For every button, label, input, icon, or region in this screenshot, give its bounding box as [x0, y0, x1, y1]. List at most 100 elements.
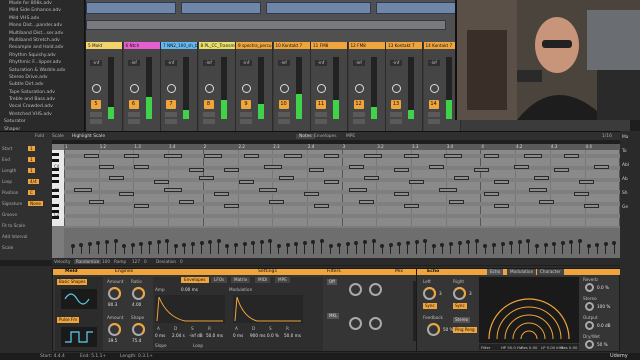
- velocity-stem[interactable]: [233, 243, 238, 254]
- midi-note[interactable]: [404, 154, 419, 158]
- midi-note[interactable]: [199, 176, 214, 180]
- velocity-stem[interactable]: [259, 240, 264, 254]
- right-knob[interactable]: [453, 287, 466, 300]
- tab-envelopes[interactable]: Envelopes: [314, 134, 337, 139]
- track-name[interactable]: 11 FM8: [311, 42, 347, 49]
- left-sync-button[interactable]: Sync: [423, 303, 437, 309]
- midi-note[interactable]: [524, 154, 542, 158]
- velocity-stem[interactable]: [96, 241, 101, 254]
- track-name[interactable]: 13 Kontakt 7: [386, 42, 422, 49]
- black-key[interactable]: [52, 195, 59, 198]
- track-activator[interactable]: 5: [91, 100, 101, 109]
- velocity-stem[interactable]: [225, 244, 230, 254]
- pan-knob[interactable]: [167, 84, 176, 93]
- midi-note[interactable]: [124, 154, 139, 158]
- midi-note[interactable]: [364, 154, 382, 158]
- midi-note[interactable]: [99, 165, 114, 169]
- mod-param-value[interactable]: 0 ms: [233, 333, 243, 338]
- echo-footer-item[interactable]: Filter: [481, 345, 490, 350]
- midi-note[interactable]: [279, 176, 294, 180]
- randomize-value[interactable]: 100: [102, 259, 110, 264]
- arm-button[interactable]: [315, 119, 327, 124]
- midi-note[interactable]: [214, 192, 229, 196]
- shape-knob[interactable]: [132, 323, 145, 336]
- midi-note[interactable]: [154, 180, 169, 184]
- velocity-stem[interactable]: [440, 243, 445, 254]
- velocity-stem[interactable]: [423, 239, 428, 254]
- velocity-stem[interactable]: [251, 241, 256, 254]
- arm-button[interactable]: [390, 119, 402, 124]
- midi-note[interactable]: [484, 192, 499, 196]
- track-activator[interactable]: 12: [353, 100, 364, 109]
- track-activator[interactable]: 11: [316, 100, 326, 109]
- solo-button[interactable]: [352, 112, 365, 117]
- browser-item[interactable]: Mild Side Enhance.adv: [0, 7, 84, 14]
- solo-button[interactable]: [277, 112, 290, 117]
- velocity-stem[interactable]: [216, 239, 221, 254]
- grid-position[interactable]: 1/16: [602, 134, 612, 139]
- browser-folder[interactable]: Saturator: [0, 118, 84, 125]
- echo-knob[interactable]: [585, 283, 594, 292]
- pan-knob[interactable]: [392, 84, 401, 93]
- midi-note[interactable]: [134, 165, 149, 169]
- amp-param-value[interactable]: 2.04 s: [172, 333, 185, 338]
- browser-item[interactable]: Rhythmic F...lipper.adv: [0, 59, 84, 66]
- track-volume[interactable]: -inf: [202, 60, 215, 66]
- midi-note[interactable]: [454, 176, 469, 180]
- velocity-stem[interactable]: [199, 241, 204, 254]
- pan-knob[interactable]: [92, 84, 101, 93]
- tab-matrix[interactable]: Matrix: [231, 277, 251, 283]
- midi-note[interactable]: [309, 168, 324, 172]
- velocity-stem[interactable]: [328, 244, 333, 254]
- midi-note[interactable]: [284, 154, 302, 158]
- track-name[interactable]: 10 Kontakt 7: [273, 42, 310, 49]
- arm-button[interactable]: [352, 119, 365, 124]
- velocity-stem[interactable]: [182, 243, 187, 254]
- arm-button[interactable]: [277, 119, 290, 124]
- velocity-stem[interactable]: [362, 240, 367, 254]
- velocity-stem[interactable]: [586, 244, 591, 254]
- velocity-stem[interactable]: [414, 240, 419, 254]
- solo-button[interactable]: [427, 112, 440, 117]
- velocity-stem[interactable]: [388, 243, 393, 254]
- midi-note[interactable]: [579, 180, 594, 184]
- browser-item[interactable]: Multiband Stretch.adv: [0, 37, 84, 44]
- echo-knob[interactable]: [585, 321, 594, 330]
- browser-item[interactable]: Rhythm Squishy.adv: [0, 52, 84, 59]
- velocity-stem[interactable]: [242, 242, 247, 254]
- scale-button[interactable]: Scale: [52, 134, 64, 139]
- midi-note[interactable]: [349, 188, 367, 192]
- filter1-freq-knob[interactable]: [349, 283, 362, 296]
- midi-note[interactable]: [439, 188, 457, 192]
- midi-note[interactable]: [594, 165, 609, 169]
- echo-knob[interactable]: [585, 340, 594, 349]
- velocity-stem[interactable]: [87, 242, 92, 254]
- midi-note[interactable]: [409, 180, 424, 184]
- tab-character[interactable]: Character: [537, 269, 564, 275]
- velocity-stem[interactable]: [294, 242, 299, 254]
- midi-note[interactable]: [269, 200, 284, 204]
- amp-envelope-graph[interactable]: [155, 295, 225, 323]
- midi-note[interactable]: [404, 204, 419, 208]
- track-name[interactable]: 5 Mold: [86, 42, 122, 49]
- black-key[interactable]: [52, 159, 59, 162]
- velocity-stem[interactable]: [371, 239, 376, 254]
- velocity-stem[interactable]: [130, 243, 135, 254]
- velocity-stem[interactable]: [311, 240, 316, 254]
- filter1-type[interactable]: Off: [327, 279, 337, 285]
- arrangement-clip[interactable]: [181, 2, 261, 14]
- midi-note[interactable]: [119, 192, 134, 196]
- velocity-stem[interactable]: [500, 242, 505, 254]
- velocity-stem[interactable]: [491, 243, 496, 254]
- track-volume[interactable]: -inf: [390, 60, 402, 66]
- filter2-type[interactable]: MKL: [327, 313, 340, 319]
- browser-item[interactable]: Multiband Dist...ser.adv: [0, 30, 84, 37]
- midi-note[interactable]: [324, 154, 339, 158]
- velocity-stem[interactable]: [302, 241, 307, 254]
- echo-knob[interactable]: [585, 302, 594, 311]
- echo-footer-item[interactable]: HP 50.0 Hz: [501, 345, 522, 350]
- ping-pong-button[interactable]: Ping Pong: [453, 327, 477, 333]
- midi-note[interactable]: [564, 154, 579, 158]
- velocity-stem[interactable]: [70, 244, 75, 254]
- echo-footer-item[interactable]: Res 0.00: [521, 345, 537, 350]
